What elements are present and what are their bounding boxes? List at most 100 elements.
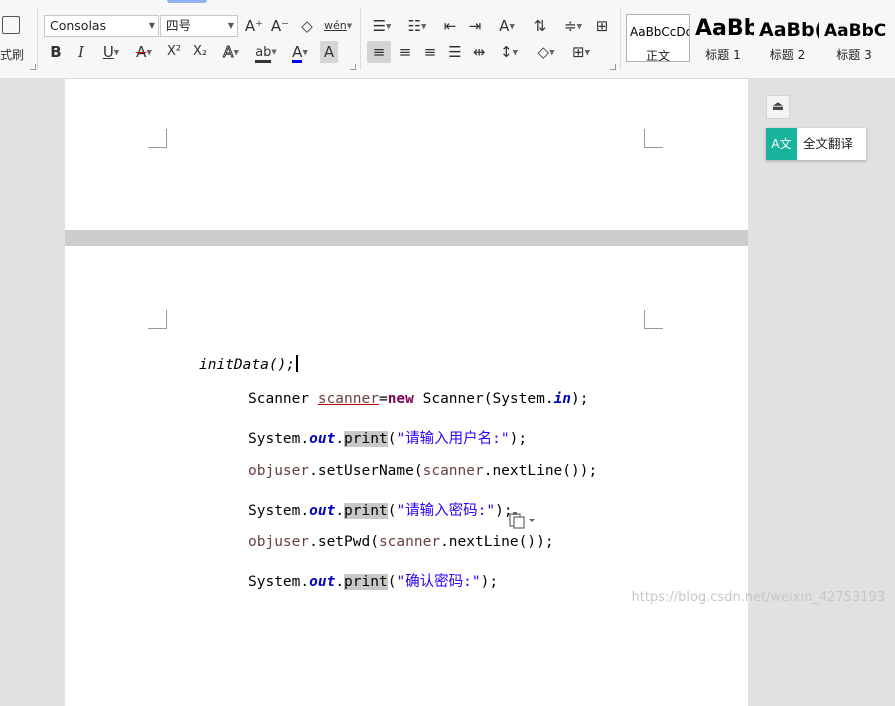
code-text: initData(); xyxy=(199,357,296,373)
highlight-button[interactable]: ab▼ xyxy=(251,41,281,63)
code-text: . xyxy=(335,503,345,519)
code-method: print xyxy=(344,503,388,519)
code-text: ); xyxy=(571,391,589,407)
justify-button[interactable]: ☰ xyxy=(445,41,465,63)
style-normal[interactable]: AaBbCcDd 正文 xyxy=(626,14,690,62)
italic-icon: I xyxy=(78,43,84,61)
superscript-button[interactable]: X² xyxy=(163,41,185,63)
eraser-icon: ◇ xyxy=(301,17,313,35)
chevron-down-icon: ▼ xyxy=(148,21,155,30)
code-field: out xyxy=(309,503,336,519)
code-line[interactable]: objuser.setPwd(scanner.nextLine()); xyxy=(248,534,554,550)
page-previous[interactable] xyxy=(65,79,748,230)
font-color-button[interactable]: A▼ xyxy=(286,41,314,63)
align-right-button[interactable]: ≡ xyxy=(420,41,440,63)
character-shading-button[interactable]: A xyxy=(320,41,338,63)
decrease-font-size-button[interactable]: A⁻ xyxy=(270,15,290,37)
code-variable: objuser xyxy=(248,463,310,479)
code-text: .setUserName( xyxy=(309,463,423,479)
distributed-align-icon: ⇹ xyxy=(472,43,486,61)
superscript-icon: X² xyxy=(166,44,182,59)
group-divider xyxy=(37,8,38,70)
style-caption: 标题 1 xyxy=(705,48,741,62)
bullet-list-button[interactable]: ☰▼ xyxy=(368,15,396,37)
sort-icon: ⇅ xyxy=(533,17,547,35)
code-line[interactable]: System.out.print("请输入用户名:"); xyxy=(248,427,527,448)
line-spacing-button[interactable]: ↕▼ xyxy=(494,41,524,63)
page-gap xyxy=(65,230,748,246)
borders-button[interactable]: ⊞▼ xyxy=(566,41,596,63)
code-line[interactable]: System.out.print("请输入密码:"); xyxy=(248,499,513,520)
text-direction-button[interactable]: A▼ xyxy=(492,15,522,37)
style-heading-2[interactable]: AaBb( 标题 2 xyxy=(756,14,819,62)
code-method: print xyxy=(344,574,388,590)
indent-icon: ⇥ xyxy=(468,17,482,35)
code-text: Scanner xyxy=(248,391,318,407)
strikethrough-button[interactable]: A▼ xyxy=(130,41,158,63)
bold-button[interactable]: B xyxy=(46,41,66,63)
distribute-icon: ≑ xyxy=(564,17,577,35)
phonetic-guide-button[interactable]: wén▼ xyxy=(324,15,352,37)
style-sample: AaBbCcDd xyxy=(630,25,690,39)
font-size-select[interactable]: 四号 ▼ xyxy=(160,15,238,37)
increase-font-size-button[interactable]: A⁺ xyxy=(244,15,264,37)
phonetic-icon: wén xyxy=(324,19,347,32)
paste-options-button[interactable] xyxy=(508,511,538,529)
style-sample: AaBbC( xyxy=(824,21,887,41)
format-painter-button[interactable]: 格式刷 xyxy=(0,14,32,64)
paragraph-group-expander[interactable] xyxy=(610,64,616,70)
show-marks-button[interactable]: ⊞ xyxy=(592,15,612,37)
code-line[interactable]: Scanner scanner=new Scanner(System.in); xyxy=(248,391,589,407)
code-field: in xyxy=(553,391,572,407)
shading-button[interactable]: ◇▼ xyxy=(531,41,561,63)
code-line[interactable]: objuser.setUserName(scanner.nextLine()); xyxy=(248,463,597,479)
text-direction-icon: A xyxy=(499,17,510,35)
code-field: out xyxy=(309,431,336,447)
code-keyword: new xyxy=(387,391,414,407)
increase-font-icon: A⁺ xyxy=(244,17,264,35)
underline-icon: U xyxy=(102,43,114,61)
code-line[interactable]: initData(); xyxy=(199,355,298,373)
increase-indent-button[interactable]: ⇥ xyxy=(465,15,485,37)
justify-icon: ☰ xyxy=(448,43,462,61)
align-center-button[interactable]: ≡ xyxy=(395,41,415,63)
active-tab-indicator xyxy=(167,0,207,3)
numbered-list-button[interactable]: ☷▼ xyxy=(403,15,431,37)
style-heading-1[interactable]: AaBb 标题 1 xyxy=(692,14,754,62)
chevron-up-line-icon: ⏏ xyxy=(771,99,785,114)
line-distribute-button[interactable]: ≑▼ xyxy=(558,15,588,37)
bullet-list-icon: ☰ xyxy=(372,17,387,35)
font-group-expander[interactable] xyxy=(350,64,356,70)
code-text: = xyxy=(378,391,388,407)
code-text: ); xyxy=(480,574,499,590)
numbered-list-icon: ☷ xyxy=(407,17,422,35)
format-painter-icon xyxy=(2,16,20,34)
clipboard-icon xyxy=(509,512,535,529)
subscript-button[interactable]: X₂ xyxy=(189,41,211,63)
distributed-align-button[interactable]: ⇹ xyxy=(469,41,489,63)
style-heading-3[interactable]: AaBbC( 标题 3 xyxy=(821,14,887,62)
page-current[interactable]: initData(); Scanner scanner=new Scanner(… xyxy=(65,246,748,706)
chevron-down-icon: ▼ xyxy=(227,21,234,30)
crop-mark xyxy=(644,129,663,148)
underline-button[interactable]: U▼ xyxy=(97,41,125,63)
decrease-indent-button[interactable]: ⇤ xyxy=(440,15,460,37)
clipboard-group-expander[interactable] xyxy=(30,64,36,70)
font-name-select[interactable]: Consolas ▼ xyxy=(44,15,159,37)
code-line[interactable]: System.out.print("确认密码:"); xyxy=(248,570,498,591)
code-text: . xyxy=(335,431,345,447)
sort-button[interactable]: ⇅ xyxy=(530,15,550,37)
full-text-translate-button[interactable]: A文 全文翻译 xyxy=(766,128,866,160)
translate-icon: A文 xyxy=(766,128,797,160)
clear-format-button[interactable]: ◇ xyxy=(297,15,317,37)
crop-mark xyxy=(148,129,167,148)
line-spacing-icon: ↕ xyxy=(500,43,513,61)
code-text: System. xyxy=(248,431,310,447)
align-left-button[interactable]: ≡ xyxy=(367,41,391,63)
collapse-panel-button[interactable]: ⏏ xyxy=(766,95,790,119)
text-cursor xyxy=(296,355,298,372)
text-effect-button[interactable]: A▼ xyxy=(217,41,245,63)
style-caption: 标题 3 xyxy=(836,48,872,62)
crop-mark xyxy=(148,310,167,329)
italic-button[interactable]: I xyxy=(71,41,91,63)
